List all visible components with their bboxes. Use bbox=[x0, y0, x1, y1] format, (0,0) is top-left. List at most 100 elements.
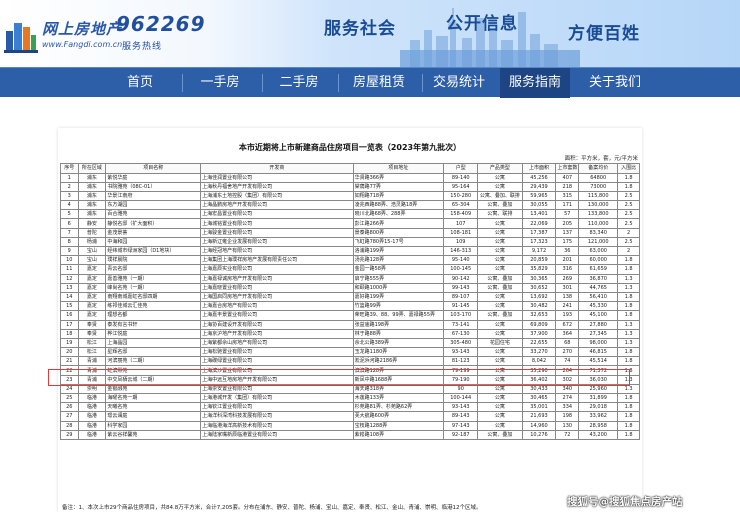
table-cell: 316 bbox=[555, 264, 580, 275]
table-cell: 淞泥浜河路2186弄 bbox=[352, 356, 445, 367]
table-cell: 14 bbox=[60, 291, 79, 303]
table-cell: 杨浦 bbox=[77, 236, 107, 248]
table-cell: 201 bbox=[555, 255, 580, 266]
table-cell: 上海浦东土地控股（集团）有限公司 bbox=[200, 190, 354, 202]
table-cell: 150-280 bbox=[443, 190, 479, 202]
table-cell: 金茂景荟 bbox=[105, 227, 202, 238]
table-cell: 7 bbox=[60, 227, 79, 238]
table-cell: 经纬城市绿洲家园（D1地块） bbox=[105, 245, 202, 257]
table-cell: 临港 bbox=[77, 411, 107, 422]
table-cell: 32,653 bbox=[521, 310, 557, 321]
table-cell: 1.8 bbox=[617, 255, 640, 266]
nav-item-statistics[interactable]: 交易统计 bbox=[424, 68, 494, 98]
source-watermark: 搜狐号@搜狐焦点房产站 bbox=[567, 496, 683, 508]
table-cell: 29 bbox=[60, 429, 79, 440]
table-cell: 137 bbox=[555, 227, 580, 238]
table-cell: 嘉好路199弄 bbox=[352, 291, 445, 303]
table-cell: 公寓 bbox=[477, 392, 523, 404]
table-cell: 上海嘉合房地产有限公司 bbox=[200, 301, 354, 312]
table-cell: 公寓 bbox=[477, 236, 523, 248]
table-cell: 107 bbox=[443, 218, 479, 229]
table-row: 16 嘉定 理想名都 上海嘉丰景置业有限公司 荣旺路39、88、99弄、嘉禄路55弄 10… bbox=[60, 310, 640, 321]
nav-item-service-guide[interactable]: 服务指南 bbox=[500, 68, 570, 98]
table-cell: 305-480 bbox=[443, 337, 479, 349]
site-name[interactable]: 网上房地产 bbox=[42, 18, 122, 39]
table-cell: 科学家园 bbox=[105, 420, 202, 431]
table-cell: 公寓 bbox=[477, 319, 523, 330]
table-cell: 130 bbox=[555, 420, 580, 431]
table-cell: 公寓 bbox=[477, 347, 523, 358]
table-cell: 17 bbox=[60, 319, 79, 330]
table-cell: 杉苑路81弄、杉苑路62弄 bbox=[352, 402, 445, 413]
table-cell: 1.8 bbox=[617, 402, 640, 413]
table-cell: 璞祥晨院 bbox=[105, 255, 202, 266]
table-cell: 浦东 bbox=[77, 190, 107, 202]
table-cell: 2 bbox=[60, 181, 79, 192]
table-cell: 紫悦华庭 bbox=[105, 172, 202, 183]
table-row: 20 松江 星辉名邸 上海松驰置业有限公司 玉龙路1180弄 93-143 公寓 33,270… bbox=[60, 347, 640, 358]
table-cell: 2 bbox=[617, 227, 640, 238]
table-row: 18 奉贤 桦江悦庭 上海京沪地产开发有限公司 林于路88弄 67-130 公寓 37,900… bbox=[60, 328, 640, 339]
table-cell: 上海晶鹏房地产开发有限公司 bbox=[200, 200, 354, 211]
table-cell: 218 bbox=[555, 181, 580, 192]
table-cell: 上海嘉禄诚房地产开发有限公司 bbox=[200, 273, 354, 284]
table-row: 28 临港 科学家园 上海临港海洋高新技术有限公司 宝枝路1288弄 97-143 公寓 14… bbox=[60, 420, 640, 431]
table-row: 10 宝山 璞祥晨院 上海集团上海璞祥房地产发展有限责任公司 汤兆路128弄 95-140… bbox=[60, 255, 640, 266]
table-cell: 364 bbox=[555, 328, 580, 339]
table-cell: 1.3 bbox=[617, 337, 640, 349]
nav-item-home[interactable]: 首页 bbox=[120, 68, 160, 98]
table-cell: 嘉定 bbox=[77, 282, 107, 293]
table-cell: 上海陆家嘴新辰临港置业有限公司 bbox=[200, 429, 354, 440]
table-row: 27 临港 璟云澜庭 上海洋科深湾科技发展有限公司 芙大航路600弄 89-143 公寓 21… bbox=[60, 411, 640, 422]
column-header: 备案均价 bbox=[578, 163, 619, 174]
table-row: 26 临港 天曦名苑 上海钦江置业有限公司 杉苑路81弄、杉苑路62弄 93-143 公寓 3… bbox=[60, 402, 640, 413]
nav-item-new-homes[interactable]: 一手房 bbox=[194, 68, 246, 98]
table-cell: 68 bbox=[555, 337, 580, 349]
table-row: 1 浦东 紫悦华庭 上海佳润置业有限公司 华贤路366弄 89-140 公寓 45,256 40… bbox=[60, 172, 640, 183]
table-cell: 浦东 bbox=[77, 209, 107, 220]
table-cell: 上海碳绿置业有限公司 bbox=[200, 356, 354, 367]
table-cell: 公寓、联排 bbox=[477, 209, 523, 220]
table-cell: 公寓、叠加、联排 bbox=[477, 190, 523, 202]
table-cell: 193 bbox=[555, 310, 580, 321]
table-cell: 紫云谷祥馨苑 bbox=[105, 429, 202, 440]
table-cell: 10,276 bbox=[521, 429, 557, 440]
table-cell: 上海港城开发（集团）有限公司 bbox=[200, 392, 354, 404]
table-cell: 2.5 bbox=[617, 236, 640, 248]
table-cell: 9,172 bbox=[521, 245, 557, 257]
table-cell: 130,000 bbox=[578, 200, 619, 211]
table-cell: 36,870 bbox=[578, 273, 619, 284]
table-cell: 89-107 bbox=[443, 291, 479, 303]
table-cell: 花园住宅 bbox=[477, 337, 523, 349]
table-cell: 121,000 bbox=[578, 236, 619, 248]
table-cell: 临港 bbox=[77, 392, 107, 404]
nav-item-rental[interactable]: 房屋租赁 bbox=[344, 68, 414, 98]
table-row: 4 浦东 东方湖园 上海晶鹏房地产开发有限公司 凌兆西路88弄、浩灵路18弄 65-304… bbox=[60, 200, 640, 211]
table-cell: 上海佳润置业有限公司 bbox=[200, 172, 354, 183]
nav-item-about-us[interactable]: 关于我们 bbox=[580, 68, 650, 98]
table-cell: 95-140 bbox=[443, 255, 479, 266]
slogan-serve-society: 服务社会 bbox=[324, 19, 396, 39]
table-cell: 华景江南府 bbox=[105, 190, 202, 202]
table-cell: 上海集团上海璞祥房地产发展有限责任公司 bbox=[200, 255, 354, 266]
table-cell: 103-170 bbox=[443, 310, 479, 321]
table-cell: 14,960 bbox=[521, 420, 557, 431]
nav-item-resale[interactable]: 二手房 bbox=[273, 68, 325, 98]
table-cell: 和颐路1000弄 bbox=[352, 282, 445, 293]
table-cell: 274 bbox=[555, 392, 580, 404]
column-header: 上市面积 bbox=[521, 163, 557, 174]
table-cell: 108-181 bbox=[443, 227, 479, 238]
table-cell: 9 bbox=[60, 245, 79, 257]
table-cell: 松江 bbox=[77, 347, 107, 358]
table-cell: 公寓、叠加 bbox=[477, 429, 523, 440]
table-cell: 22,069 bbox=[521, 218, 557, 229]
table-cell: 27,880 bbox=[578, 319, 619, 330]
table-cell: 98,000 bbox=[578, 337, 619, 349]
table-cell: 1.8 bbox=[617, 264, 640, 275]
table-cell: 83,340 bbox=[578, 227, 619, 238]
table-cell: 205 bbox=[555, 218, 580, 229]
table-cell: 张益庙路198弄 bbox=[352, 319, 445, 330]
table-cell: 嘉定 bbox=[77, 264, 107, 275]
table-cell: 10 bbox=[60, 255, 79, 266]
table-cell: 公寓、叠加 bbox=[477, 200, 523, 211]
